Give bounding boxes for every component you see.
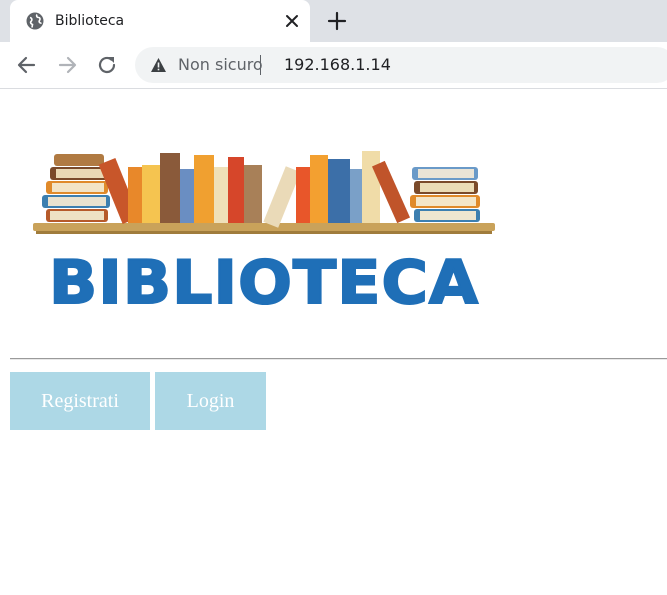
browser-tab[interactable]: Biblioteca	[10, 0, 310, 42]
biblioteca-logo: BIBLIOTECA	[33, 151, 495, 319]
globe-icon	[26, 12, 44, 30]
reload-icon[interactable]	[94, 52, 120, 78]
page-content: BIBLIOTECA Registrati Login	[0, 90, 667, 595]
logo-wordmark: BIBLIOTECA	[49, 248, 479, 318]
register-button[interactable]: Registrati	[10, 372, 150, 430]
new-tab-plus-icon[interactable]	[325, 9, 349, 33]
address-separator	[260, 55, 261, 75]
address-bar[interactable]: Non sicuro 192.168.1.14	[135, 47, 667, 83]
browser-toolbar: Non sicuro 192.168.1.14	[0, 42, 667, 89]
forward-arrow-icon[interactable]	[54, 52, 80, 78]
warning-icon[interactable]	[150, 57, 167, 73]
security-status-label[interactable]: Non sicuro	[178, 56, 263, 74]
back-arrow-icon[interactable]	[14, 52, 40, 78]
horizontal-divider	[10, 358, 667, 360]
close-icon[interactable]	[282, 11, 302, 31]
url-text[interactable]: 192.168.1.14	[284, 56, 391, 74]
tab-title: Biblioteca	[55, 13, 125, 29]
tab-strip: Biblioteca	[0, 0, 667, 42]
login-button[interactable]: Login	[155, 372, 266, 430]
